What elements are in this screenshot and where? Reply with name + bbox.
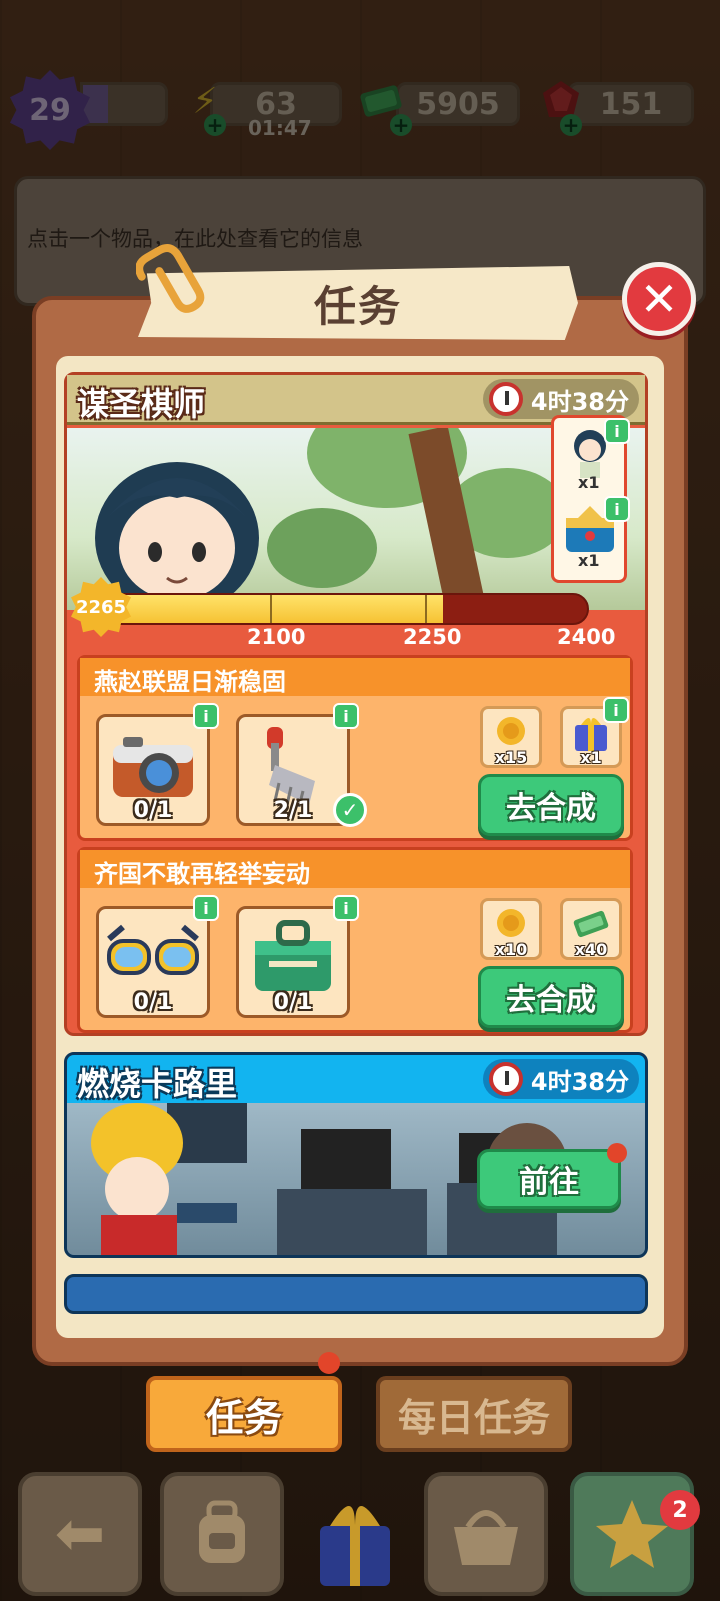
clock-icon xyxy=(488,382,523,416)
quest-title: 燃烧卡路里 xyxy=(77,1065,238,1103)
tab-quests[interactable]: 任务 xyxy=(146,1376,342,1452)
task-item-toolbox[interactable]: 0/1 i xyxy=(236,895,359,1018)
quest-card-strategist: 谋圣棋师 4时38分 x1 i x1 i 2265 2100 2250 2400… xyxy=(64,372,648,1036)
quest-card-burn-calories: 燃烧卡路里 4时38分 前往 xyxy=(64,1052,648,1258)
info-icon[interactable]: i xyxy=(604,496,630,522)
task-header: 燕赵联盟日渐稳固 xyxy=(80,658,630,696)
quest-task: 齐国不敢再轻举妄动 0/1 i 0/1 i x10 x40 去合成 xyxy=(77,847,633,1033)
gift-box-button[interactable] xyxy=(300,1476,410,1596)
reward-count: x10 xyxy=(494,940,528,959)
quest-task: 燕赵联盟日渐稳固 0/1 i 2/1 i ✓ x15 x1 i 去合成 xyxy=(77,655,633,841)
basket-icon xyxy=(454,1510,518,1565)
notification-dot xyxy=(607,1143,627,1163)
arrow-left-icon: ⬅ xyxy=(54,1499,106,1569)
go-merge-button[interactable]: 去合成 xyxy=(478,774,624,836)
task-reward-coins[interactable]: x10 xyxy=(480,898,542,960)
toolbox-icon xyxy=(255,920,331,991)
back-button[interactable]: ⬅ xyxy=(18,1472,142,1596)
quest-timer: 4时38分 xyxy=(482,379,639,419)
milestone-tick xyxy=(270,595,272,623)
info-icon[interactable]: i xyxy=(333,703,359,729)
quest-progress-bar xyxy=(105,593,589,625)
item-progress: 0/1 xyxy=(133,798,173,823)
info-icon[interactable]: i xyxy=(193,895,219,921)
reward-count: x15 xyxy=(494,748,528,767)
quest-timer-text: 4时38分 xyxy=(530,387,629,416)
info-icon[interactable]: i xyxy=(193,703,219,729)
milestone-label: 2100 xyxy=(247,625,306,649)
clock-icon xyxy=(488,1062,523,1096)
task-title: 齐国不敢再轻举妄动 xyxy=(94,860,310,888)
task-reward-gift[interactable]: x1 i xyxy=(560,697,629,768)
reward-count: x1 xyxy=(578,473,600,492)
reward-character[interactable]: x1 i xyxy=(560,418,630,492)
milestone-label: 2400 xyxy=(557,625,616,649)
paperclip-icon xyxy=(136,244,205,313)
task-item-camera[interactable]: 0/1 i xyxy=(96,703,219,826)
reward-count: x1 xyxy=(580,748,602,767)
quest-progress-fill xyxy=(107,595,443,623)
quest-card-next[interactable] xyxy=(64,1274,648,1314)
modal-title: 任务 xyxy=(313,281,402,331)
rake-icon xyxy=(267,727,315,807)
quest-timer-text: 4时38分 xyxy=(530,1067,629,1096)
task-title: 燕赵联盟日渐稳固 xyxy=(94,668,286,696)
checkmark-icon: ✓ xyxy=(333,793,367,827)
info-icon[interactable]: i xyxy=(603,697,629,723)
task-item-sunglasses[interactable]: 0/1 i xyxy=(96,895,219,1018)
backpack-icon xyxy=(199,1500,245,1563)
active-tab-indicator xyxy=(318,1352,340,1374)
close-button[interactable]: ✕ xyxy=(622,262,696,336)
basket-button[interactable] xyxy=(424,1472,548,1596)
info-icon[interactable]: i xyxy=(604,418,630,444)
go-to-button[interactable]: 前往 xyxy=(477,1149,621,1209)
milestone-label: 2250 xyxy=(403,625,462,649)
task-reward-coins[interactable]: x15 xyxy=(480,706,542,768)
close-icon: ✕ xyxy=(639,272,679,326)
task-item-rake[interactable]: 2/1 i ✓ xyxy=(236,703,367,827)
backpack-button[interactable] xyxy=(160,1472,284,1596)
item-progress: 0/1 xyxy=(133,990,173,1015)
reward-chest[interactable]: x1 i xyxy=(560,496,630,570)
task-header: 齐国不敢再轻举妄动 xyxy=(80,850,630,888)
task-reward-cash[interactable]: x40 xyxy=(560,898,622,960)
quest-timer: 4时38分 xyxy=(482,1059,639,1099)
quest-modal: 谋圣棋师 4时38分 x1 i x1 i 2265 2100 2250 2400… xyxy=(32,296,688,1366)
camera-icon xyxy=(113,737,193,797)
reward-count: x1 xyxy=(578,551,600,570)
quest-header: 燃烧卡路里 4时38分 xyxy=(67,1055,645,1103)
info-icon[interactable]: i xyxy=(333,895,359,921)
item-progress: 2/1 xyxy=(273,798,313,823)
quest-title: 谋圣棋师 xyxy=(77,385,206,423)
reward-count: x40 xyxy=(574,940,608,959)
milestone-tick xyxy=(425,595,427,623)
star-badge: 2 xyxy=(660,1490,700,1530)
quest-list[interactable]: 谋圣棋师 4时38分 x1 i x1 i 2265 2100 2250 2400… xyxy=(56,356,664,1338)
tab-daily-quests[interactable]: 每日任务 xyxy=(376,1376,572,1452)
item-progress: 0/1 xyxy=(273,990,313,1015)
quest-reward-card[interactable]: x1 i x1 i xyxy=(551,415,630,583)
gift-box-icon xyxy=(320,1506,390,1586)
go-merge-button[interactable]: 去合成 xyxy=(478,966,624,1028)
sunglasses-icon xyxy=(107,924,199,975)
